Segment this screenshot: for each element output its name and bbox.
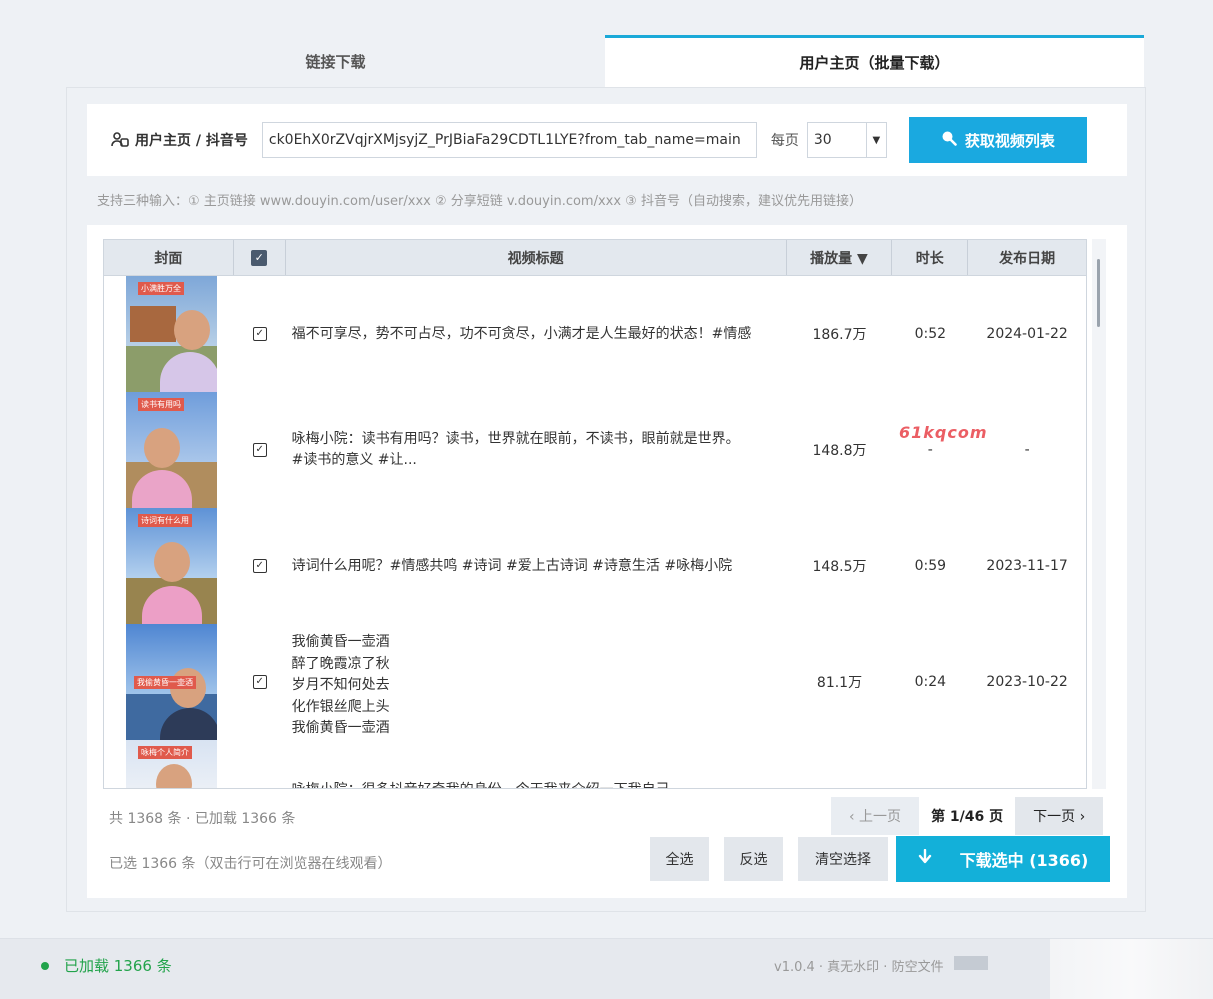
chevron-down-icon[interactable]: ▼	[865, 123, 886, 157]
checkbox-icon[interactable]: ✓	[252, 443, 267, 457]
tab-bar: 链接下载 用户主页（批量下载）	[66, 35, 1144, 87]
header-select-all[interactable]: ✓	[234, 240, 286, 275]
header-plays[interactable]: 播放量 ▼	[787, 240, 893, 275]
cover-cell: 诗词有什么用	[104, 508, 234, 624]
download-button-label: 下载选中 (1366)	[959, 851, 1089, 870]
prev-page-button[interactable]: ‹ 上一页	[831, 797, 920, 835]
video-table-card: 封面 ✓ 视频标题 播放量 ▼ 时长 发布日期 小满胜万全 ✓ 福不可享尽，势不…	[87, 225, 1127, 898]
invert-selection-button[interactable]: 反选	[724, 837, 783, 881]
user-link-icon	[111, 131, 129, 149]
cover-cell: 咏梅个人简介	[104, 740, 234, 788]
version-badge	[954, 956, 988, 970]
row-checkbox-cell[interactable]: ✓	[234, 392, 286, 508]
watermark-text: 61kqcom	[899, 423, 988, 442]
version-info: v1.0.4 · 真无水印 · 防空文件	[774, 960, 944, 975]
table-scrollbar[interactable]	[1092, 239, 1106, 789]
load-summary: 共 1368 条 · 已加载 1366 条	[109, 811, 296, 827]
per-page-select[interactable]: 30 ▼	[806, 122, 887, 158]
main-panel: 用户主页 / 抖音号 每页 30 ▼ 获取视频列表 支持三种输入：① 主页链接 …	[66, 87, 1146, 912]
blurred-area	[1050, 939, 1213, 999]
row-plays: 148.8万	[812, 443, 867, 459]
cover-thumbnail: 诗词有什么用	[126, 508, 217, 624]
row-duration: 0:59	[914, 558, 947, 574]
status-ok-icon	[41, 962, 49, 970]
per-page-label: 每页	[770, 133, 799, 149]
row-checkbox-cell[interactable]: ✓	[234, 624, 286, 740]
row-checkbox-cell[interactable]: ✓	[234, 508, 286, 624]
search-bar: 用户主页 / 抖音号 每页 30 ▼ 获取视频列表	[87, 104, 1127, 176]
row-checkbox-cell[interactable]: ✓	[234, 276, 286, 392]
table-row[interactable]: 诗词有什么用 ✓ 诗词什么用呢？#情感共鸣 #诗词 #爱上古诗词 #诗意生活 #…	[104, 508, 1086, 624]
row-duration: -	[927, 442, 933, 458]
tab-link-download[interactable]: 链接下载	[66, 35, 605, 87]
cover-thumbnail: 我偷黄昏一壶酒	[126, 624, 217, 740]
row-plays: 81.1万	[816, 675, 863, 691]
cover-caption: 我偷黄昏一壶酒	[134, 676, 196, 689]
pagination: ‹ 上一页 第 1/46 页 下一页 ›	[831, 797, 1104, 835]
next-page-button[interactable]: 下一页 ›	[1015, 797, 1104, 835]
fetch-video-list-button[interactable]: 获取视频列表	[908, 117, 1087, 163]
tab-user-homepage[interactable]: 用户主页（批量下载）	[605, 35, 1144, 87]
download-arrow-icon	[918, 848, 932, 869]
cover-caption: 小满胜万全	[138, 282, 184, 295]
tab-label: 链接下载	[305, 52, 366, 71]
table-row[interactable]: 小满胜万全 ✓ 福不可享尽，势不可占尽，功不可贪尽，小满才是人生最好的状态！#情…	[104, 276, 1086, 392]
row-date: 2023-11-17	[986, 558, 1068, 574]
download-selected-button[interactable]: 下载选中 (1366)	[896, 836, 1110, 882]
scroll-thumb[interactable]	[1097, 259, 1100, 327]
per-page-value: 30	[813, 132, 832, 148]
cover-cell: 读书有用吗	[104, 392, 234, 508]
action-bar: 全选 反选 清空选择 下载选中 (1366)	[650, 836, 1110, 882]
video-table: 封面 ✓ 视频标题 播放量 ▼ 时长 发布日期 小满胜万全 ✓ 福不可享尽，势不…	[103, 239, 1087, 789]
search-label-text: 用户主页 / 抖音号	[135, 133, 248, 149]
url-input[interactable]	[261, 122, 757, 158]
cover-caption: 诗词有什么用	[138, 514, 192, 527]
cover-cell: 小满胜万全	[104, 276, 234, 392]
search-label: 用户主页 / 抖音号	[111, 130, 248, 150]
checkbox-icon[interactable]: ✓	[252, 327, 267, 341]
table-header: 封面 ✓ 视频标题 播放量 ▼ 时长 发布日期	[104, 240, 1086, 276]
row-title: 福不可享尽，势不可占尽，功不可贪尽，小满才是人生最好的状态！#情感	[291, 325, 752, 342]
row-date: 2023-10-22	[986, 674, 1068, 690]
cover-thumbnail: 读书有用吗	[126, 392, 217, 508]
row-title: 咏梅小院：读书有用吗？读书，世界就在眼前，不读书，眼前就是世界。 #读书的意义 …	[291, 431, 740, 468]
row-date: 2024-01-22	[986, 326, 1068, 342]
page-indicator: 第 1/46 页	[931, 809, 1004, 825]
table-row[interactable]: 咏梅个人简介 咏梅小院：很多抖音好奇我的身份，今天我来介绍一下我自己	[104, 740, 1086, 788]
clear-selection-button[interactable]: 清空选择	[798, 837, 888, 881]
header-title: 视频标题	[286, 240, 787, 275]
fetch-button-label: 获取视频列表	[964, 131, 1055, 150]
table-row[interactable]: 我偷黄昏一壶酒 ✓ 我偷黄昏一壶酒 醉了晚霞凉了秋 岁月不知何处去 化作银丝爬上…	[104, 624, 1086, 740]
search-icon	[941, 130, 957, 150]
cover-thumbnail: 咏梅个人简介	[126, 740, 217, 788]
row-title: 我偷黄昏一壶酒 醉了晚霞凉了秋 岁月不知何处去 化作银丝爬上头 我偷黄昏一壶酒 …	[291, 634, 390, 736]
row-date: -	[1024, 442, 1030, 458]
checkbox-icon[interactable]: ✓	[251, 249, 268, 266]
cover-cell: 我偷黄昏一壶酒	[104, 624, 234, 740]
cover-thumbnail: 小满胜万全	[126, 276, 217, 392]
checkbox-icon[interactable]: ✓	[252, 559, 267, 573]
table-row[interactable]: 读书有用吗 ✓ 咏梅小院：读书有用吗？读书，世界就在眼前，不读书，眼前就是世界。…	[104, 392, 1086, 508]
cover-caption: 咏梅个人简介	[138, 746, 192, 759]
header-cover: 封面	[104, 240, 234, 275]
row-title: 咏梅小院：很多抖音好奇我的身份，今天我来介绍一下我自己	[286, 740, 787, 788]
input-hint: 支持三种输入：① 主页链接 www.douyin.com/user/xxx ② …	[97, 194, 862, 209]
row-title: 诗词什么用呢？#情感共鸣 #诗词 #爱上古诗词 #诗意生活 #咏梅小院	[291, 557, 733, 574]
row-duration: 0:52	[914, 326, 947, 342]
header-duration[interactable]: 时长	[892, 240, 969, 275]
row-plays: 148.5万	[812, 559, 867, 575]
row-plays: 186.7万	[812, 327, 867, 343]
tab-label: 用户主页（批量下载）	[799, 54, 950, 72]
checkbox-icon[interactable]: ✓	[252, 675, 267, 689]
selection-info: 已选 1366 条（双击行可在浏览器在线观看）	[109, 856, 392, 872]
row-duration: 0:24	[914, 674, 947, 690]
select-all-button[interactable]: 全选	[650, 837, 709, 881]
status-text: 已加载 1366 条	[64, 957, 172, 975]
status-bar: 已加载 1366 条 v1.0.4 · 真无水印 · 防空文件	[0, 938, 1213, 999]
cover-caption: 读书有用吗	[138, 398, 184, 411]
header-date[interactable]: 发布日期	[968, 240, 1086, 275]
